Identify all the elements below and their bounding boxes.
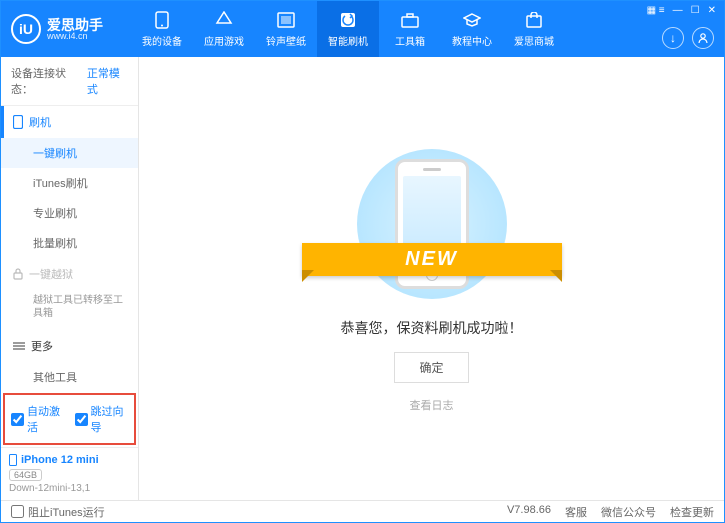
- nav-toolbox[interactable]: 工具箱: [379, 1, 441, 57]
- new-ribbon: NEW: [302, 243, 562, 276]
- checkbox-block-itunes[interactable]: 阻止iTunes运行: [11, 504, 105, 520]
- wechat-link[interactable]: 微信公众号: [601, 504, 656, 520]
- device-model: Down-12mini-13,1: [9, 483, 130, 494]
- tutorial-icon: [463, 11, 481, 29]
- app-url: www.i4.cn: [47, 32, 103, 41]
- user-icon[interactable]: [692, 27, 714, 49]
- nav-store[interactable]: 爱思商城: [503, 1, 565, 57]
- sidebar-group-flash[interactable]: 刷机: [1, 106, 138, 138]
- menu-icon[interactable]: ▦ ≡: [647, 5, 665, 16]
- device-name-text: iPhone 12 mini: [21, 454, 99, 466]
- checkbox-auto-activate[interactable]: 自动激活: [11, 403, 65, 435]
- status-bar: 阻止iTunes运行 V7.98.66 客服 微信公众号 检查更新: [1, 500, 724, 522]
- maximize-icon[interactable]: ☐: [691, 5, 700, 16]
- logo-area: iU 爱思助手 www.i4.cn: [11, 14, 131, 44]
- nav-ringtones[interactable]: 铃声壁纸: [255, 1, 317, 57]
- store-icon: [525, 11, 543, 29]
- nav-tutorials[interactable]: 教程中心: [441, 1, 503, 57]
- success-message: 恭喜您，保资料刷机成功啦！: [341, 318, 523, 338]
- sidebar: 设备连接状态： 正常模式 刷机 一键刷机 iTunes刷机 专业刷机 批量刷机 …: [1, 57, 139, 500]
- phone-small-icon: [13, 115, 23, 129]
- window-controls: ▦ ≡ — ☐ ✕: [647, 5, 716, 16]
- flash-options: 自动激活 跳过向导: [3, 393, 136, 445]
- support-link[interactable]: 客服: [565, 504, 587, 520]
- download-icon[interactable]: ↓: [662, 27, 684, 49]
- device-status: 设备连接状态： 正常模式: [1, 57, 138, 106]
- sidebar-item-pro-flash[interactable]: 专业刷机: [1, 198, 138, 228]
- lock-icon: [13, 268, 23, 280]
- storage-badge: 64GB: [9, 469, 42, 481]
- sidebar-group-more[interactable]: 更多: [1, 330, 138, 362]
- app-title: 爱思助手: [47, 18, 103, 32]
- wallpaper-icon: [277, 11, 295, 29]
- sidebar-item-other-tools[interactable]: 其他工具: [1, 362, 138, 391]
- checkbox-skip-wizard[interactable]: 跳过向导: [75, 403, 129, 435]
- more-icon: [13, 342, 25, 350]
- view-log-link[interactable]: 查看日志: [410, 397, 454, 413]
- sidebar-item-batch-flash[interactable]: 批量刷机: [1, 228, 138, 258]
- ok-button[interactable]: 确定: [394, 352, 468, 383]
- sidebar-item-itunes-flash[interactable]: iTunes刷机: [1, 168, 138, 198]
- nav-my-device[interactable]: 我的设备: [131, 1, 193, 57]
- apps-icon: [215, 11, 233, 29]
- success-illustration: NEW: [332, 144, 532, 304]
- nav-apps[interactable]: 应用游戏: [193, 1, 255, 57]
- top-nav: 我的设备 应用游戏 铃声壁纸 智能刷机 工具箱 教程中心 爱思商城: [131, 1, 565, 57]
- nav-flash[interactable]: 智能刷机: [317, 1, 379, 57]
- main-content: NEW 恭喜您，保资料刷机成功啦！ 确定 查看日志: [139, 57, 724, 500]
- device-info[interactable]: iPhone 12 mini 64GB Down-12mini-13,1: [1, 447, 138, 500]
- phone-icon: [153, 11, 171, 29]
- phone-tiny-icon: [9, 454, 17, 466]
- toolbox-icon: [401, 11, 419, 29]
- version-label: V7.98.66: [507, 504, 551, 520]
- jailbreak-note: 越狱工具已转移至工具箱: [1, 290, 138, 330]
- sidebar-group-jailbreak[interactable]: 一键越狱: [1, 258, 138, 290]
- close-icon[interactable]: ✕: [708, 5, 716, 16]
- sidebar-item-oneclick-flash[interactable]: 一键刷机: [1, 138, 138, 168]
- flash-icon: [339, 11, 357, 29]
- app-header: iU 爱思助手 www.i4.cn 我的设备 应用游戏 铃声壁纸 智能刷机 工具…: [1, 1, 724, 57]
- minimize-icon[interactable]: —: [673, 5, 683, 16]
- logo-icon: iU: [11, 14, 41, 44]
- check-update-link[interactable]: 检查更新: [670, 504, 714, 520]
